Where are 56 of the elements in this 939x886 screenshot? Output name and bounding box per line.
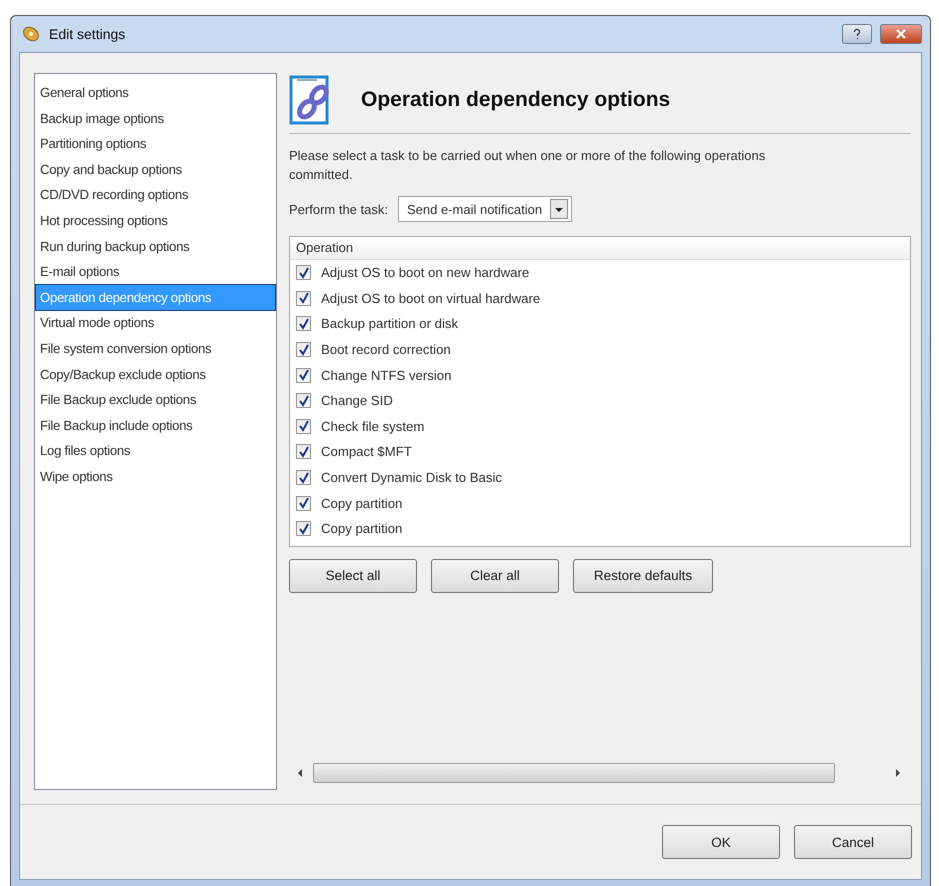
scroll-right-icon[interactable]: [895, 769, 901, 777]
checkbox[interactable]: [296, 521, 311, 536]
checkbox[interactable]: [296, 444, 311, 460]
task-label: Perform the task:: [289, 202, 388, 216]
sidebar-item[interactable]: E-mail options: [36, 259, 275, 285]
sidebar-item[interactable]: Wipe options: [36, 464, 275, 490]
close-button[interactable]: [880, 24, 922, 44]
operation-label: Check file system: [321, 418, 424, 434]
operation-label: Convert Dynamic Disk to Basic: [321, 470, 502, 486]
sidebar-item[interactable]: File system conversion options: [36, 336, 275, 362]
action-button[interactable]: Select all: [289, 558, 417, 593]
operation-label: Copy partition: [321, 521, 402, 536]
sidebar-item[interactable]: Copy/Backup exclude options: [36, 362, 275, 388]
operation-label: Change SID: [321, 393, 393, 408]
window-title: Edit settings: [49, 26, 126, 42]
description-text: Please select a task to be carried out when one or more of the following operations: [289, 147, 766, 165]
scroll-left-icon[interactable]: [297, 769, 303, 777]
operation-label: Adjust OS to boot on new hardware: [321, 265, 530, 280]
caret-icon: [550, 199, 568, 219]
dialog-button[interactable]: Cancel: [794, 825, 912, 859]
sidebar-item[interactable]: Virtual mode options: [36, 310, 275, 336]
action-button[interactable]: Clear all: [431, 558, 559, 593]
description-text: committed.: [289, 166, 353, 184]
sidebar-item[interactable]: Hot processing options: [36, 208, 275, 234]
operation-label: Boot record correction: [321, 342, 451, 358]
checkbox[interactable]: [296, 316, 311, 332]
checkbox[interactable]: [296, 265, 311, 280]
operation-label: Backup partition or disk: [321, 316, 458, 332]
action-button[interactable]: Restore defaults: [573, 558, 713, 593]
sidebar-item[interactable]: CD/DVD recording options: [36, 182, 275, 208]
help-icon: [851, 28, 863, 40]
operation-label: Adjust OS to boot on virtual hardware: [321, 290, 540, 306]
help-button[interactable]: [842, 24, 872, 44]
sidebar-item[interactable]: Log files options: [36, 438, 275, 464]
disk-icon: [21, 24, 41, 44]
checkbox[interactable]: [296, 470, 311, 486]
sidebar-item[interactable]: General options: [36, 80, 275, 106]
operation-label: Copy partition: [321, 496, 402, 511]
sidebar-item[interactable]: Copy and backup options: [36, 156, 275, 182]
checkbox[interactable]: [296, 393, 311, 408]
checkbox[interactable]: [296, 418, 311, 434]
sidebar-item[interactable]: Partitioning options: [36, 131, 275, 157]
operation-label: Compact $MFT: [321, 444, 412, 460]
checkbox[interactable]: [296, 368, 311, 383]
sidebar-item[interactable]: File Backup include options: [36, 412, 275, 438]
sidebar-item[interactable]: Run during backup options: [36, 234, 275, 260]
close-icon: [895, 29, 907, 39]
checkbox[interactable]: [296, 496, 311, 511]
checkbox[interactable]: [296, 342, 311, 358]
task-dropdown[interactable]: Send e-mail notification: [398, 196, 572, 222]
sidebar-item[interactable]: File Backup exclude options: [36, 387, 275, 413]
dialog-button[interactable]: OK: [662, 825, 780, 859]
operation-label: Change NTFS version: [321, 368, 452, 383]
section-heading: Operation dependency options: [361, 88, 670, 112]
sidebar-item[interactable]: Backup image options: [36, 106, 275, 132]
checkbox[interactable]: [296, 290, 311, 306]
